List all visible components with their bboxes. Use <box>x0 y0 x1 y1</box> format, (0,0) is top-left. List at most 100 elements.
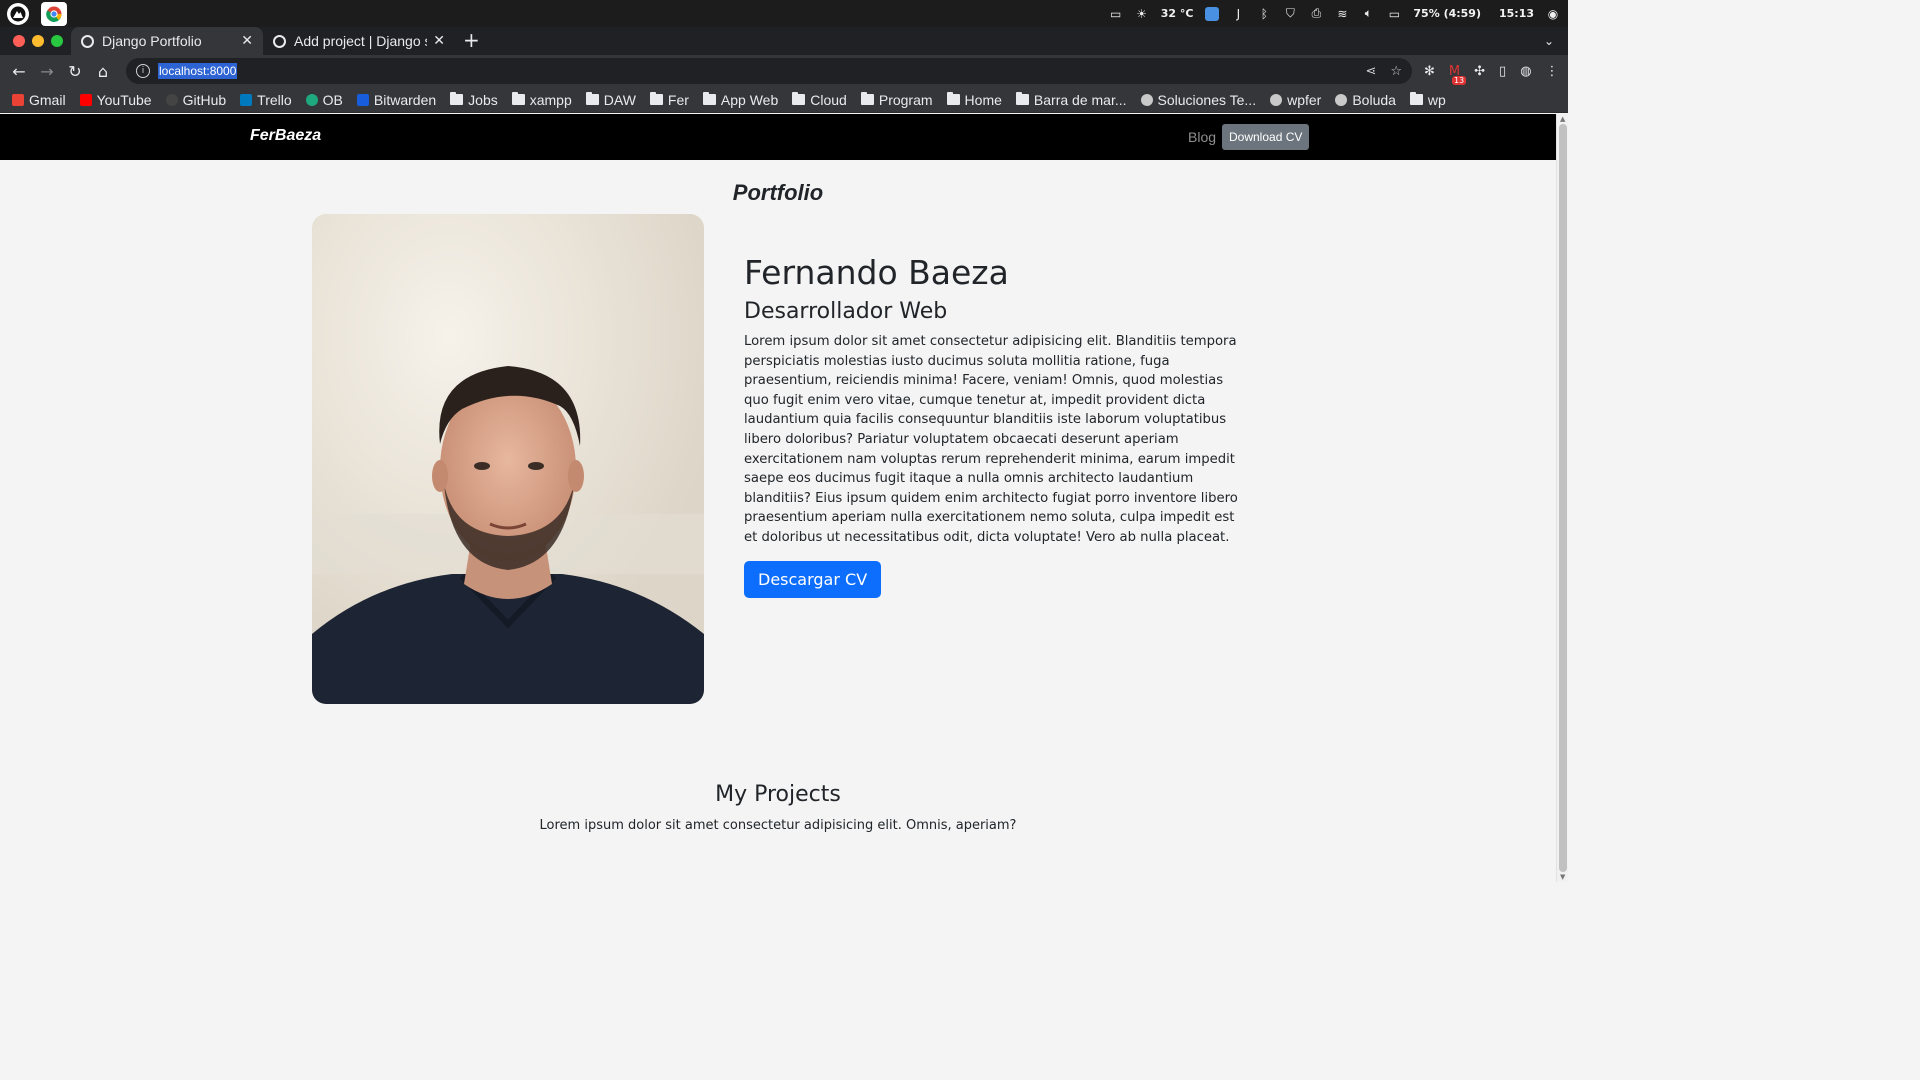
folder-icon <box>702 92 716 105</box>
site-info-icon[interactable]: i <box>136 64 150 78</box>
scrollbar-thumb[interactable] <box>1559 124 1567 872</box>
bookmark-item[interactable]: Gmail <box>12 92 66 108</box>
bitwarden-icon <box>356 93 369 106</box>
globe-icon <box>81 34 94 48</box>
profile-role: Desarrollador Web <box>744 299 948 324</box>
minimize-window-button[interactable] <box>32 35 44 47</box>
bookmark-item[interactable]: Cloud <box>792 92 847 108</box>
bookmark-label: Home <box>964 91 1002 108</box>
site-brand[interactable]: FerBaeza <box>250 127 321 145</box>
side-panel-icon[interactable]: ▯ <box>1499 64 1506 79</box>
extensions-puzzle-icon[interactable]: ✣ <box>1474 64 1485 79</box>
folder-icon <box>1409 92 1423 105</box>
bookmark-item[interactable]: wp <box>1409 91 1446 108</box>
bookmark-label: App Web <box>720 91 779 108</box>
bookmark-label: Trello <box>257 91 292 108</box>
bookmark-item[interactable]: GitHub <box>165 91 227 108</box>
globe-icon <box>273 34 286 48</box>
user-icon[interactable]: ◉ <box>1546 7 1560 21</box>
bookmark-item[interactable]: Bitwarden <box>356 92 436 108</box>
extension-gear-icon[interactable]: ✻ <box>1424 64 1435 79</box>
profile-avatar-icon[interactable]: ◍ <box>1520 64 1531 79</box>
folder-icon <box>649 92 663 105</box>
descargar-cv-button[interactable]: Descargar CV <box>744 560 882 598</box>
bookmark-star-icon[interactable]: ☆ <box>1390 64 1402 79</box>
tab-django-portfolio[interactable]: Django Portfolio ✕ <box>71 27 263 55</box>
wifi-icon[interactable]: ≋ <box>1335 7 1349 21</box>
site-navbar: FerBaeza Blog Download CV <box>0 114 1556 160</box>
bookmark-label: GitHub <box>182 91 227 108</box>
bookmark-label: Jobs <box>468 91 498 108</box>
os-top-bar: ▭ ☀ 32 °C J ᛒ ⛉ ⎙ ≋ 🔈︎ ▭ 75% (4:59) 15:1… <box>0 0 1568 27</box>
profile-photo <box>312 214 704 704</box>
folder-icon <box>860 92 874 105</box>
bookmark-item[interactable]: Program <box>860 92 933 108</box>
bluetooth-icon[interactable]: ᛒ <box>1257 7 1271 21</box>
profile-bio: Lorem ipsum dolor sit amet consectetur a… <box>744 334 1238 545</box>
bookmark-item[interactable]: Boluda <box>1335 92 1396 108</box>
bookmark-item[interactable]: Soluciones Te... <box>1140 91 1257 108</box>
clock[interactable]: 15:13 <box>1499 7 1534 20</box>
nav-download-cv-button[interactable]: Download CV <box>1222 124 1310 150</box>
chrome-app-icon[interactable] <box>41 1 67 26</box>
bookmark-item[interactable]: YouTube <box>79 91 152 108</box>
printer-icon[interactable]: ⎙ <box>1309 6 1323 21</box>
projects-description: Lorem ipsum dolor sit amet consectetur a… <box>539 818 1017 833</box>
scroll-up-arrow-icon[interactable]: ▲ <box>1560 115 1565 123</box>
bookmark-label: OB <box>322 91 343 108</box>
bookmark-label: Soluciones Te... <box>1157 91 1257 108</box>
url-text[interactable]: localhost:8000 <box>158 63 238 79</box>
close-tab-icon[interactable]: ✕ <box>241 33 253 49</box>
bookmark-item[interactable]: Jobs <box>450 92 498 108</box>
bookmark-label: YouTube <box>96 91 152 108</box>
projects-heading: My Projects <box>715 782 841 807</box>
home-icon[interactable]: ⌂ <box>90 58 116 84</box>
bookmark-item[interactable]: DAW <box>585 92 636 108</box>
weather-text: 32 °C <box>1160 7 1194 20</box>
os-menu-icon[interactable] <box>7 2 29 25</box>
bookmark-item[interactable]: xampp <box>511 92 572 108</box>
bookmark-item[interactable]: Fer <box>649 91 689 108</box>
close-window-button[interactable] <box>13 35 25 47</box>
bookmark-label: wp <box>1427 91 1446 108</box>
window-controls <box>0 27 71 55</box>
bookmark-item[interactable]: Barra de mar... <box>1015 92 1127 108</box>
bookmark-label: Fer <box>667 91 689 108</box>
bookmarks-bar: Gmail YouTube GitHub Trello OB Bitwarden Jobs x… <box>0 87 1568 113</box>
page-scrollbar[interactable]: ▲ ▼ <box>1556 114 1568 882</box>
bookmark-item[interactable]: OB <box>305 91 343 108</box>
close-tab-icon[interactable]: ✕ <box>433 33 445 49</box>
tab-add-project[interactable]: Add project | Django site ✕ <box>263 27 455 55</box>
tray-j-icon[interactable]: J <box>1231 7 1245 21</box>
back-arrow-icon[interactable]: ← <box>6 58 32 84</box>
reload-icon[interactable]: ↻ <box>62 58 88 84</box>
volume-icon[interactable]: 🔈︎ <box>1361 6 1375 21</box>
bookmark-label: Gmail <box>29 91 66 108</box>
gmail-extension-icon[interactable]: M 13 <box>1449 64 1467 85</box>
nav-link-blog[interactable]: Blog <box>1188 129 1216 145</box>
shield-icon[interactable]: ⛉ <box>1283 6 1297 21</box>
tab-search-chevron-icon[interactable]: ⌄ <box>1544 27 1568 55</box>
browser-menu-icon[interactable]: ⋮ <box>1546 64 1559 79</box>
new-tab-button[interactable]: + <box>463 27 480 55</box>
scroll-down-arrow-icon[interactable]: ▼ <box>1560 873 1565 881</box>
bookmark-item[interactable]: Trello <box>240 92 292 108</box>
youtube-icon <box>79 93 92 106</box>
bookmark-item[interactable]: Home <box>946 91 1002 108</box>
forward-arrow-icon[interactable]: → <box>34 58 60 84</box>
bookmark-item[interactable]: wpfer <box>1270 92 1321 108</box>
tab-title: Add project | Django site <box>294 33 427 49</box>
battery-icon[interactable]: ▭ <box>1387 7 1401 21</box>
tray-app-icon[interactable] <box>1205 6 1220 21</box>
site-icon <box>1140 93 1153 106</box>
maximize-window-button[interactable] <box>51 35 63 47</box>
bookmark-item[interactable]: App Web <box>702 91 779 108</box>
profile-name: Fernando Baeza <box>744 253 1009 292</box>
battery-text: 75% (4:59) <box>1413 7 1481 20</box>
folder-icon <box>1015 92 1029 105</box>
bookmark-label: Cloud <box>810 91 847 108</box>
folder-icon <box>511 92 525 105</box>
display-icon[interactable]: ▭ <box>1109 7 1123 21</box>
address-bar[interactable]: i localhost:8000 ⋖ ☆ <box>126 58 1412 84</box>
share-icon[interactable]: ⋖ <box>1365 64 1376 79</box>
